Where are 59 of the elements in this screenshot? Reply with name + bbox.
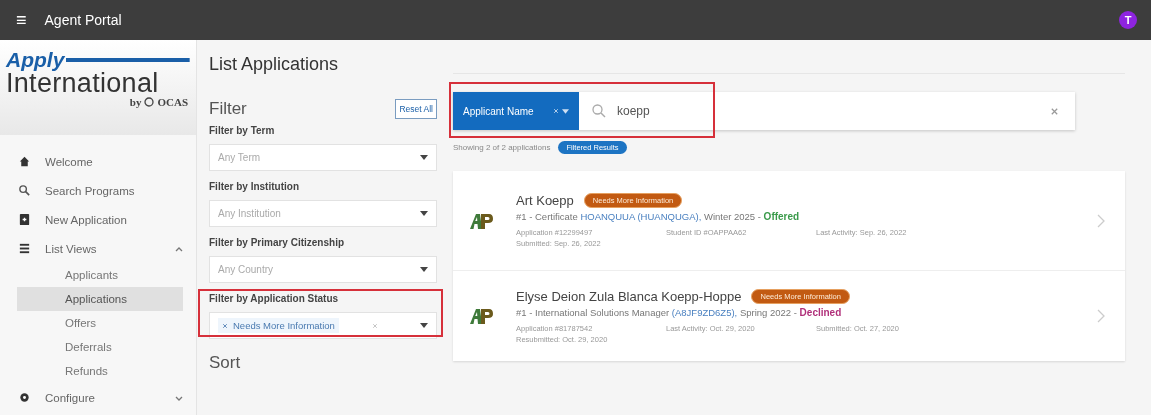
application-status: Offered [763, 211, 800, 222]
clear-icon[interactable] [372, 323, 379, 329]
sort-heading: Sort [209, 353, 242, 373]
clear-icon[interactable] [553, 108, 559, 114]
nav-item[interactable]: Offers [17, 311, 183, 335]
filter-label: Filter by Primary Citizenship [209, 237, 346, 248]
nav-item[interactable]: Refunds [17, 359, 183, 383]
filter-label: Filter by Term [209, 125, 276, 136]
chevron-right-icon[interactable] [1097, 309, 1105, 323]
document-icon [18, 213, 31, 226]
reset-button[interactable]: Reset All [395, 99, 437, 119]
nav-item[interactable]: List Views [0, 234, 196, 263]
nav-item[interactable]: Deferrals [17, 335, 183, 359]
menu-button[interactable]: ≡ [16, 9, 27, 31]
logo-text: by [129, 96, 142, 108]
nav-item[interactable]: Search Programs [0, 176, 196, 205]
results-summary: Showing 2 of 2 applications [453, 143, 551, 152]
close-icon[interactable] [1050, 106, 1059, 116]
search-icon [591, 103, 607, 119]
logo-text: OCAS [157, 96, 188, 108]
caret-icon [562, 108, 569, 114]
user-avatar[interactable]: T [1119, 11, 1137, 29]
logo-text: International [6, 70, 160, 96]
chevron-right-icon[interactable] [1097, 213, 1105, 228]
placeholder: Any Institution [218, 208, 281, 219]
settings-icon [18, 391, 31, 404]
nav-item[interactable]: Applicants [17, 263, 183, 287]
caret-icon [420, 155, 428, 160]
caret-icon [420, 211, 428, 216]
application-status: Declined [799, 306, 842, 318]
page-title: List Applications [209, 54, 340, 75]
search-icon [18, 184, 31, 197]
filter-label: Filter by Application Status [209, 293, 340, 304]
nav-item[interactable]: Welcome [0, 147, 196, 176]
filter-heading: Filter [209, 99, 247, 119]
applicant-name[interactable]: Art Koepp [516, 193, 574, 208]
remove-icon[interactable] [222, 322, 228, 329]
nav-item[interactable]: Applications [17, 287, 183, 311]
logo-text: Apply [6, 50, 65, 70]
home-icon [18, 155, 31, 168]
app-title: Agent Portal [44, 12, 122, 28]
list-icon [18, 242, 31, 255]
college-logo-icon [468, 306, 494, 326]
caret-icon [420, 267, 428, 272]
search-field[interactable]: koepp [615, 103, 919, 119]
filter-label: Filter by Institution [209, 181, 300, 192]
logo-stripe-icon [66, 58, 190, 62]
field-select[interactable]: Applicant Name [453, 92, 579, 130]
placeholder: Any Term [218, 152, 261, 163]
nav-item[interactable]: Configure [0, 383, 196, 412]
program-line: #1 - Certificate HOANQUUA (HUANQUGA), Winter 2025 - [516, 211, 761, 222]
nav-item[interactable]: New Application [0, 205, 196, 234]
placeholder: Any Country [218, 264, 274, 275]
filter-chip[interactable]: Needs More Information [218, 318, 339, 333]
ring-icon [144, 97, 155, 107]
filter-select[interactable]: Needs More Information [209, 312, 437, 339]
caret-icon [420, 323, 428, 328]
applicant-name[interactable]: Elyse Deion Zula Blanca Koepp-Hoppe [516, 288, 742, 304]
program-line: #1 - International Solutions Manager (A8JF9ZD6Z5), Spring 2022 - [516, 306, 797, 318]
